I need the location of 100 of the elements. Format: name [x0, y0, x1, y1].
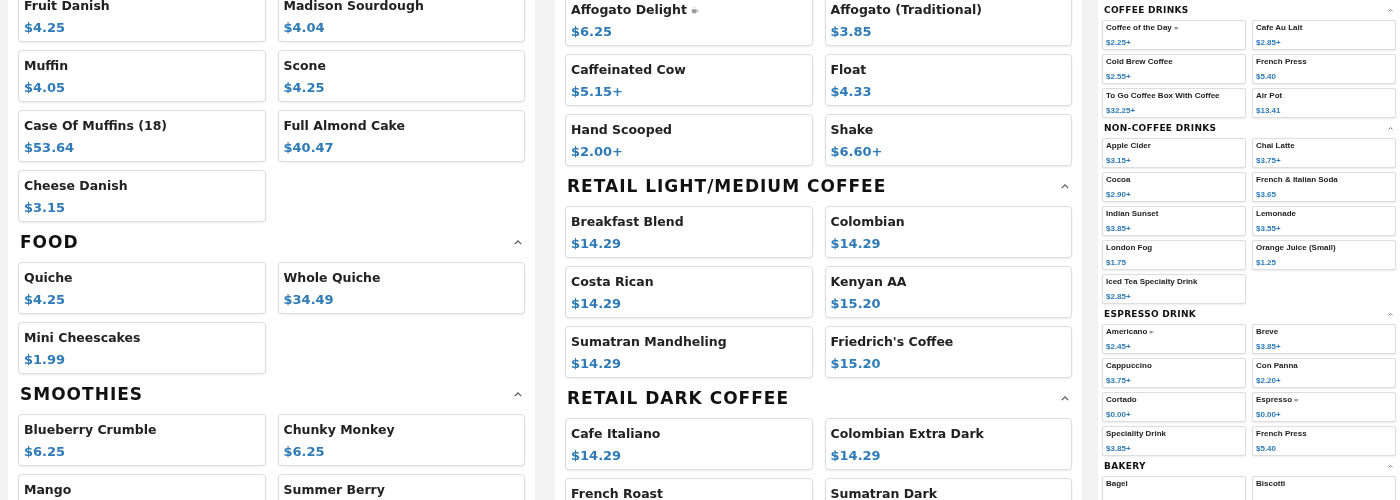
item-name: Float [830, 62, 867, 77]
menu-item-card[interactable]: Speciality Drink $3.85+ [1102, 426, 1246, 456]
item-price: $1.25 [1256, 258, 1277, 267]
item-price: $14.29 [830, 448, 881, 463]
menu-item-card[interactable]: Cafe Au Lait $2.85+ [1252, 20, 1396, 50]
chevron-up-icon[interactable] [1061, 395, 1069, 401]
menu-item-card[interactable]: Mango [18, 474, 266, 500]
menu-item-card[interactable]: Caffeinated Cow $5.15+ [565, 54, 813, 106]
menu-item-card[interactable]: Affogato Delight $6.25 [565, 0, 813, 46]
menu-item-card[interactable]: Mini Cheescakes $1.99 [18, 322, 266, 374]
menu-item-card[interactable]: Colombian Extra Dark $14.29 [824, 418, 1072, 470]
item-name: French Roast [571, 486, 663, 500]
menu-item-card[interactable]: Biscotti [1252, 476, 1396, 500]
menu-item-card[interactable]: Scone $4.25 [277, 50, 525, 102]
item-name: Whole Quiche [283, 270, 381, 285]
menu-item-card[interactable]: Float $4.33 [824, 54, 1072, 106]
chevron-up-icon[interactable] [1388, 126, 1393, 130]
item-price: $2.00+ [571, 144, 623, 159]
menu-item-card[interactable]: Affogato (Traditional) $3.85 [824, 0, 1072, 46]
menu-item-card[interactable]: Case Of Muffins (18) $53.64 [18, 110, 266, 162]
item-name: Cortado [1106, 395, 1137, 404]
menu-item-card[interactable]: Full Almond Cake $40.47 [277, 110, 525, 162]
item-price: $2.20+ [1256, 376, 1281, 385]
item-price: $2.45+ [1106, 342, 1131, 351]
chevron-up-icon[interactable] [1388, 8, 1393, 12]
menu-item-card[interactable]: Friedrich's Coffee $15.20 [824, 326, 1072, 378]
menu-item-card[interactable]: Chai Latte $3.75+ [1252, 138, 1396, 168]
chevron-up-icon[interactable] [1061, 183, 1069, 189]
item-name: Breve [1256, 327, 1279, 336]
item-name: Lemonade [1256, 209, 1296, 218]
menu-item-card[interactable]: Fruit Danish $4.25 [18, 0, 266, 42]
menu-item-card[interactable]: French & Italian Soda $3.65 [1252, 172, 1396, 202]
menu-item-card[interactable]: Indian Sunset $3.85+ [1102, 206, 1246, 236]
item-name: Hand Scooped [571, 122, 673, 137]
menu-item-card[interactable]: Cortado $0.00+ [1102, 392, 1246, 422]
menu-item-card[interactable]: Shake $6.60+ [824, 114, 1072, 166]
menu-item-card[interactable]: Coffee of the Day $2.25+ [1102, 20, 1246, 50]
item-name: Madison Sourdough [283, 0, 424, 13]
item-price: $4.33 [830, 84, 872, 99]
menu-item-card[interactable]: Sumatran Mandheling $14.29 [565, 326, 813, 378]
menu-item-card[interactable]: Lemonade $3.55+ [1252, 206, 1396, 236]
menu-item-card[interactable]: London Fog $1.75 [1102, 240, 1246, 270]
menu-item-card[interactable]: Blueberry Crumble $6.25 [18, 414, 266, 466]
item-name: Shake [830, 122, 874, 137]
menu-item-card[interactable]: Cocoa $2.90+ [1102, 172, 1246, 202]
menu-item-card[interactable]: Whole Quiche $34.49 [277, 262, 525, 314]
item-price: $0.00+ [1256, 410, 1281, 419]
item-name: Espresso [1256, 395, 1293, 404]
menu-item-card[interactable]: Costa Rican $14.29 [565, 266, 813, 318]
chevron-up-icon[interactable] [1388, 464, 1393, 468]
item-name: Iced Tea Specialty Drink [1106, 277, 1198, 286]
menu-item-card[interactable]: Cafe Italiano $14.29 [565, 418, 813, 470]
chevron-up-icon[interactable] [514, 391, 522, 397]
menu-item-card[interactable]: French Roast [565, 478, 813, 500]
item-price: $5.40 [1256, 72, 1277, 81]
item-name: Colombian Extra Dark [830, 426, 984, 441]
item-name: Summer Berry [283, 482, 385, 497]
item-name: Biscotti [1256, 479, 1286, 488]
menu-item-card[interactable]: Cappuccino $3.75+ [1102, 358, 1246, 388]
menu-item-card[interactable]: Sumatran Dark [824, 478, 1072, 500]
menu-item-card[interactable]: Summer Berry [277, 474, 525, 500]
menu-item-card[interactable]: Chunky Monkey $6.25 [277, 414, 525, 466]
menu-item-card[interactable]: Breve $3.85+ [1252, 324, 1396, 354]
menu-item-card[interactable]: Madison Sourdough $4.04 [277, 0, 525, 42]
item-price: $14.29 [571, 448, 622, 463]
item-name: Coffee of the Day [1106, 23, 1172, 32]
item-name: French Press [1256, 429, 1307, 438]
menu-item-card[interactable]: Hand Scooped $2.00+ [565, 114, 813, 166]
category-heading: FOOD [20, 232, 79, 252]
item-name: Chunky Monkey [283, 422, 395, 437]
menu-item-card[interactable]: French Press $5.40 [1252, 54, 1396, 84]
menu-item-card[interactable]: Americano $2.45+ [1102, 324, 1246, 354]
chevron-up-icon[interactable] [514, 239, 522, 245]
menu-item-card[interactable]: Kenyan AA $15.20 [824, 266, 1072, 318]
item-name: Colombian [830, 214, 905, 229]
item-price: $4.25 [24, 20, 66, 35]
menu-item-card[interactable]: Muffin $4.05 [18, 50, 266, 102]
menu-item-card[interactable]: Bagel [1102, 476, 1246, 500]
menu-item-card[interactable]: Apple Cider $3.15+ [1102, 138, 1246, 168]
item-name: Friedrich's Coffee [830, 334, 954, 349]
menu-item-card[interactable]: To Go Coffee Box With Coffee $32.25+ [1102, 88, 1246, 118]
menu-item-card[interactable]: Espresso $0.00+ [1252, 392, 1396, 422]
menu-item-card[interactable]: Breakfast Blend $14.29 [565, 206, 813, 258]
item-price: $32.25+ [1106, 106, 1136, 115]
menu-item-card[interactable]: Cold Brew Coffee $2.55+ [1102, 54, 1246, 84]
category-heading: ESPRESSO DRINK [1104, 309, 1197, 319]
menu-item-card[interactable]: Colombian $14.29 [824, 206, 1072, 258]
menu-item-card[interactable]: Con Panna $2.20+ [1252, 358, 1396, 388]
menu-item-card[interactable]: Cheese Danish $3.15 [18, 170, 266, 222]
category-heading: RETAIL LIGHT/MEDIUM COFFEE [567, 176, 887, 196]
item-price: $4.05 [24, 80, 66, 95]
item-name: Mango [24, 482, 72, 497]
item-name: To Go Coffee Box With Coffee [1106, 91, 1220, 100]
menu-item-card[interactable]: French Press $5.40 [1252, 426, 1396, 456]
chevron-up-icon[interactable] [1388, 312, 1393, 316]
menu-item-card[interactable]: Air Pot $13.41 [1252, 88, 1396, 118]
menu-item-card[interactable]: Orange Juice (Small) $1.25 [1252, 240, 1396, 270]
menu-item-card[interactable]: Iced Tea Specialty Drink $2.85+ [1102, 274, 1246, 304]
item-name: Cafe Italiano [571, 426, 661, 441]
menu-item-card[interactable]: Quiche $4.25 [18, 262, 266, 314]
